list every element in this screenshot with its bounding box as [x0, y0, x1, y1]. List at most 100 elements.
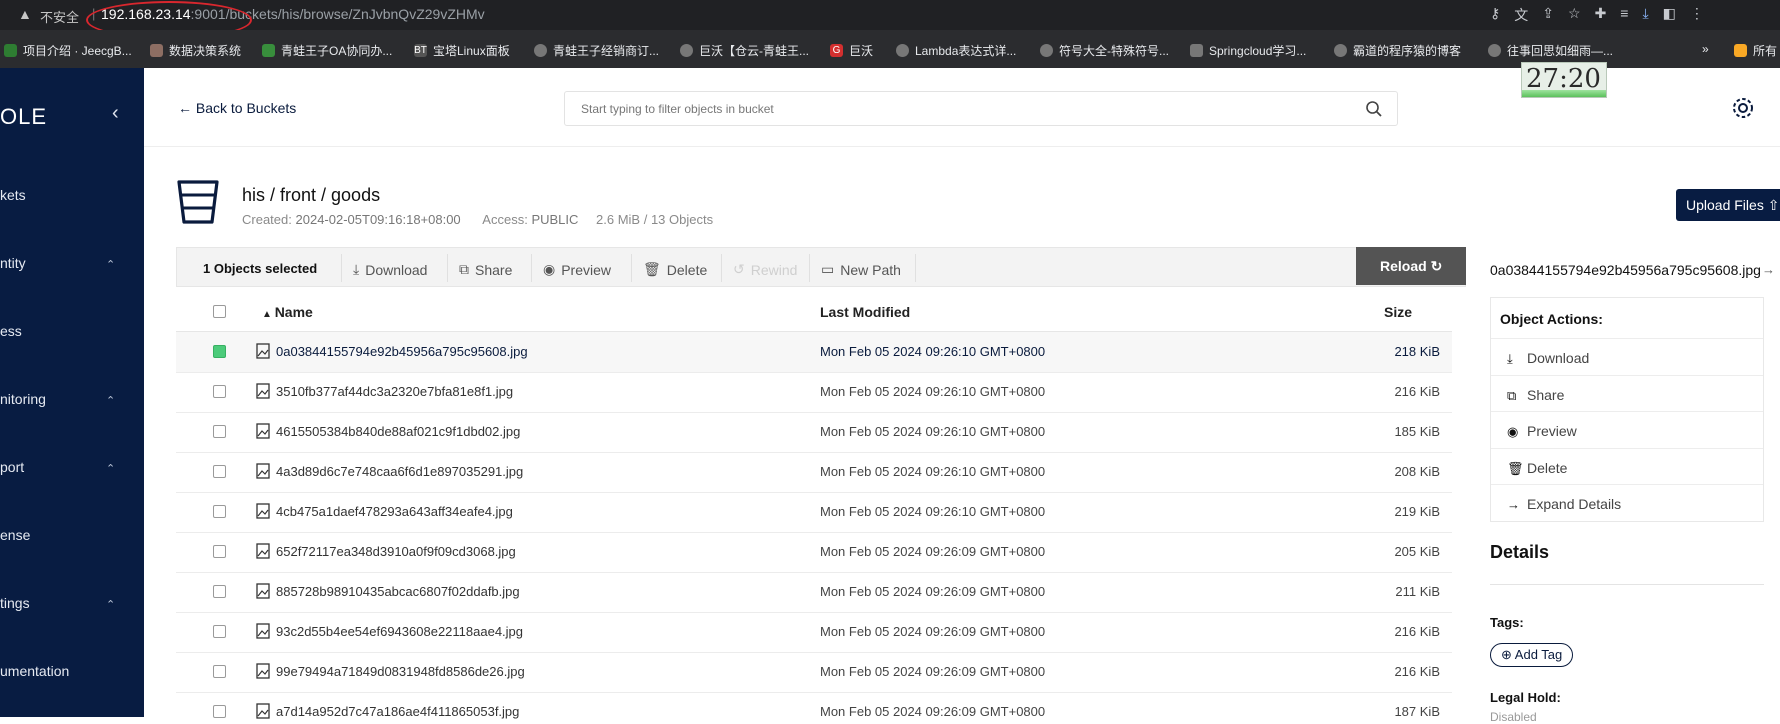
- sidebar-item-settings[interactable]: tings: [0, 595, 30, 611]
- table-row[interactable]: 4cb475a1daef478293a643aff34eafe4.jpg Mon…: [176, 492, 1452, 533]
- file-name[interactable]: 3510fb377af44dc3a2320e7bfa81e8f1.jpg: [276, 384, 513, 399]
- action-download[interactable]: ⤓ Download: [1491, 338, 1763, 376]
- sidebar-item-license[interactable]: ense: [0, 527, 30, 543]
- sidebar: OLE ‹ kets ntity ⌃ ess nitoring ⌃ port ⌃…: [0, 68, 144, 717]
- toolbar-divider: [447, 254, 448, 282]
- table-row[interactable]: 0a03844155794e92b45956a795c95608.jpg Mon…: [176, 332, 1452, 373]
- filter-objects-input[interactable]: [579, 101, 1343, 117]
- table-row[interactable]: 3510fb377af44dc3a2320e7bfa81e8f1.jpg Mon…: [176, 372, 1452, 413]
- translate-icon[interactable]: 文: [1514, 5, 1528, 25]
- table-row[interactable]: 99e79494a71849d0831948fd8586de26.jpg Mon…: [176, 652, 1452, 693]
- bookmark-item[interactable]: Lambda表达式详...: [896, 42, 1016, 59]
- table-row[interactable]: 4615505384b840de88af021c9f1dbd02.jpg Mon…: [176, 412, 1452, 453]
- file-name[interactable]: 4cb475a1daef478293a643aff34eafe4.jpg: [276, 504, 513, 519]
- settings-gear-icon[interactable]: [1730, 95, 1756, 124]
- sidebar-item-documentation[interactable]: umentation: [0, 663, 69, 679]
- file-name[interactable]: 4615505384b840de88af021c9f1dbd02.jpg: [276, 424, 520, 439]
- table-row[interactable]: 93c2d55b4ee54ef6943608e22118aae4.jpg Mon…: [176, 612, 1452, 653]
- column-name[interactable]: ▲ Name: [262, 304, 313, 320]
- star-icon[interactable]: ☆: [1568, 5, 1581, 25]
- download-button[interactable]: ⤓ Download: [353, 261, 427, 278]
- warning-icon[interactable]: ▲: [18, 6, 32, 22]
- column-last-modified[interactable]: Last Modified: [820, 304, 910, 320]
- extensions-icon[interactable]: ✚: [1595, 5, 1607, 25]
- file-name[interactable]: 885728b98910435abcac6807f02ddafb.jpg: [276, 584, 520, 599]
- bookmark-folder-all[interactable]: 所有: [1734, 42, 1777, 59]
- bookmark-item[interactable]: Springcloud学习...: [1190, 42, 1306, 59]
- table-row[interactable]: a7d14a952d7c47a186ae4f411865053f.jpg Mon…: [176, 692, 1452, 719]
- add-tag-button[interactable]: ⊕ Add Tag: [1490, 643, 1574, 667]
- clock-widget: 27:20: [1521, 62, 1607, 98]
- reading-list-icon[interactable]: ≡: [1620, 5, 1628, 25]
- row-checkbox[interactable]: [213, 705, 226, 718]
- action-expand-details[interactable]: → Expand Details: [1491, 484, 1763, 522]
- share-button[interactable]: ⧉ Share: [459, 261, 512, 278]
- chevron-up-icon[interactable]: ⌃: [106, 394, 115, 407]
- bookmark-label: 数据决策系统: [169, 44, 242, 58]
- table-row[interactable]: 4a3d89d6c7e748caa6f6d1e897035291.jpg Mon…: [176, 452, 1452, 493]
- bookmark-item[interactable]: 巨沃【仓云-青蛙王...: [680, 42, 809, 59]
- action-delete[interactable]: 🗑 Delete: [1491, 448, 1763, 486]
- row-checkbox[interactable]: [213, 585, 226, 598]
- file-name[interactable]: 99e79494a71849d0831948fd8586de26.jpg: [276, 664, 525, 679]
- action-share[interactable]: ⧉ Share: [1491, 375, 1763, 413]
- download-icon[interactable]: ⤓: [1642, 5, 1648, 25]
- bookmark-item[interactable]: 青蛙王子OA协同办...: [262, 42, 392, 59]
- bookmark-item[interactable]: 青蛙王子经销商订...: [534, 42, 659, 59]
- back-to-buckets-link[interactable]: ← Back to Buckets: [178, 100, 296, 116]
- preview-button[interactable]: ◉ Preview: [543, 261, 611, 278]
- bookmark-item[interactable]: 符号大全-特殊符号...: [1040, 42, 1169, 59]
- bookmark-item[interactable]: G 巨沃: [830, 42, 873, 59]
- sidebar-item-monitoring[interactable]: nitoring: [0, 391, 46, 407]
- collapse-sidebar-icon[interactable]: ‹: [112, 102, 119, 125]
- action-label: Expand Details: [1527, 496, 1622, 512]
- file-name[interactable]: 652f72117ea348d3910a0f9f09cd3068.jpg: [276, 544, 516, 559]
- menu-dots-icon[interactable]: ⋮: [1690, 5, 1704, 25]
- bookmark-item[interactable]: BT 宝塔Linux面板: [414, 42, 510, 59]
- close-panel-arrow-icon[interactable]: →: [1762, 262, 1775, 277]
- row-checkbox[interactable]: [213, 545, 226, 558]
- chevron-up-icon[interactable]: ⌃: [106, 598, 115, 611]
- row-checkbox[interactable]: [213, 625, 226, 638]
- sidebar-item-buckets[interactable]: kets: [0, 187, 26, 203]
- row-checkbox[interactable]: [213, 385, 226, 398]
- new-path-button[interactable]: ▭ New Path: [821, 261, 901, 278]
- row-checkbox[interactable]: [213, 505, 226, 518]
- row-checkbox[interactable]: [213, 465, 226, 478]
- file-name[interactable]: 0a03844155794e92b45956a795c95608.jpg: [276, 344, 528, 359]
- chevron-up-icon[interactable]: ⌃: [106, 462, 115, 475]
- bookmark-item[interactable]: 数据决策系统: [150, 42, 241, 59]
- share-page-icon[interactable]: ⇪: [1542, 5, 1554, 25]
- table-row[interactable]: 652f72117ea348d3910a0f9f09cd3068.jpg Mon…: [176, 532, 1452, 573]
- row-checkbox[interactable]: [213, 425, 226, 438]
- last-modified: Mon Feb 05 2024 09:26:10 GMT+0800: [820, 504, 1046, 519]
- bookmarks-more-button[interactable]: »: [1702, 42, 1709, 56]
- bookmark-item[interactable]: 霸道的程序猿的博客: [1334, 42, 1461, 59]
- rewind-button[interactable]: ↺ Rewind: [733, 261, 797, 278]
- file-name[interactable]: 93c2d55b4ee54ef6943608e22118aae4.jpg: [276, 624, 523, 639]
- sidebar-item-access[interactable]: ess: [0, 323, 22, 339]
- search-icon[interactable]: [1365, 100, 1383, 121]
- action-preview[interactable]: ◉ Preview: [1491, 411, 1763, 449]
- table-row[interactable]: 885728b98910435abcac6807f02ddafb.jpg Mon…: [176, 572, 1452, 613]
- key-icon[interactable]: ⚷: [1490, 5, 1500, 25]
- file-name[interactable]: 4a3d89d6c7e748caa6f6d1e897035291.jpg: [276, 464, 523, 479]
- side-panel-icon[interactable]: ◧: [1663, 5, 1676, 25]
- bookmark-item[interactable]: 项目介绍 · JeecgB...: [4, 42, 132, 59]
- row-checkbox[interactable]: [213, 345, 226, 358]
- sidebar-item-support[interactable]: port: [0, 459, 24, 475]
- bookmark-item[interactable]: 往事回思如细雨—...: [1488, 42, 1613, 59]
- sidebar-item-label: ess: [0, 323, 22, 339]
- bucket-meta: Created: 2024-02-05T09:16:18+08:00 Acces…: [242, 212, 713, 227]
- insecure-label[interactable]: 不安全: [40, 7, 79, 26]
- bookmark-label: 巨沃【仓云-青蛙王...: [699, 44, 809, 58]
- sidebar-item-identity[interactable]: ntity: [0, 255, 26, 271]
- chevron-up-icon[interactable]: ⌃: [106, 258, 115, 271]
- reload-button[interactable]: Reload ↻: [1356, 247, 1466, 285]
- trash-icon: 🗑: [643, 261, 661, 277]
- select-all-checkbox[interactable]: [213, 305, 226, 318]
- delete-button[interactable]: 🗑 Delete: [643, 261, 707, 278]
- row-checkbox[interactable]: [213, 665, 226, 678]
- upload-files-button[interactable]: Upload Files ⇧: [1676, 189, 1780, 221]
- column-size[interactable]: Size: [1384, 304, 1412, 320]
